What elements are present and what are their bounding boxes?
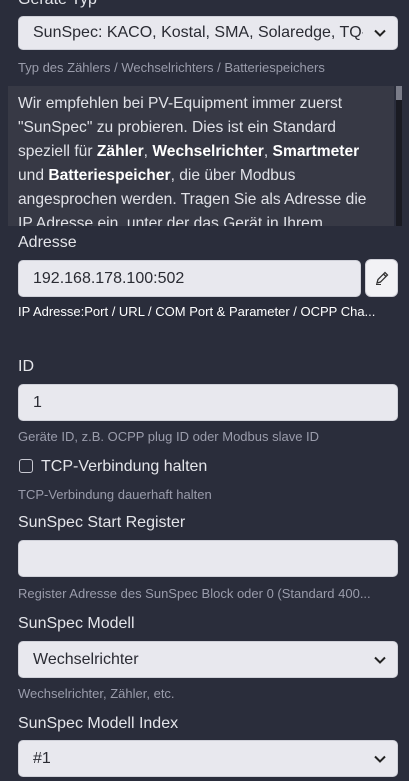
device-type-hint: Typ des Zählers / Wechselrichters / Batt… [18, 60, 325, 75]
info-bold-smartmeter: Smartmeter [272, 143, 360, 160]
chevron-down-icon [374, 29, 386, 37]
id-hint: Geräte ID, z.B. OCPP plug ID oder Modbus… [18, 429, 320, 444]
model-select[interactable]: Wechselrichter [18, 641, 398, 678]
chevron-down-icon [374, 755, 386, 763]
info-bold-zaehler: Zähler [96, 143, 144, 160]
start-register-label: SunSpec Start Register [18, 514, 186, 531]
device-type-label: Geräte Typ [18, 0, 97, 9]
info-bold-wechselrichter: Wechselrichter [152, 143, 264, 160]
tcp-keepalive-checkbox[interactable] [19, 459, 33, 473]
model-hint: Wechselrichter, Zähler, etc. [18, 686, 175, 701]
address-input[interactable]: 192.168.178.100:502 [18, 260, 361, 297]
sunspec-info-box: Wir empfehlen bei PV-Equipment immer zue… [8, 86, 394, 226]
address-hint: IP Adresse:Port / URL / COM Port & Param… [18, 304, 376, 319]
id-label: ID [18, 358, 34, 375]
edit-address-button[interactable] [365, 259, 398, 297]
model-value: Wechselrichter [33, 650, 139, 668]
device-type-value: SunSpec: KACO, Kostal, SMA, Solaredge, T… [33, 24, 363, 41]
info-text: und [18, 167, 49, 184]
chevron-down-icon [374, 656, 386, 664]
info-scrollbar-track[interactable] [396, 86, 402, 226]
model-index-select[interactable]: #1 [18, 740, 398, 777]
start-register-hint: Register Adresse des SunSpec Block oder … [18, 586, 371, 601]
tcp-keepalive-hint: TCP-Verbindung dauerhaft halten [18, 487, 212, 502]
info-bold-batteriespeicher: Batteriespeicher [48, 167, 171, 184]
info-text: , [263, 143, 273, 160]
info-scrollbar-thumb[interactable] [396, 86, 402, 100]
address-label: Adresse [18, 234, 77, 251]
device-type-select[interactable]: SunSpec: KACO, Kostal, SMA, Solaredge, T… [18, 16, 398, 50]
model-index-value: #1 [33, 749, 51, 767]
tcp-keepalive-label[interactable]: TCP-Verbindung halten [41, 458, 207, 476]
pencil-icon [375, 271, 388, 285]
model-label: SunSpec Modell [18, 615, 135, 632]
model-index-label: SunSpec Modell Index [18, 715, 179, 732]
start-register-input[interactable] [18, 540, 398, 577]
id-input[interactable]: 1 [18, 384, 398, 421]
